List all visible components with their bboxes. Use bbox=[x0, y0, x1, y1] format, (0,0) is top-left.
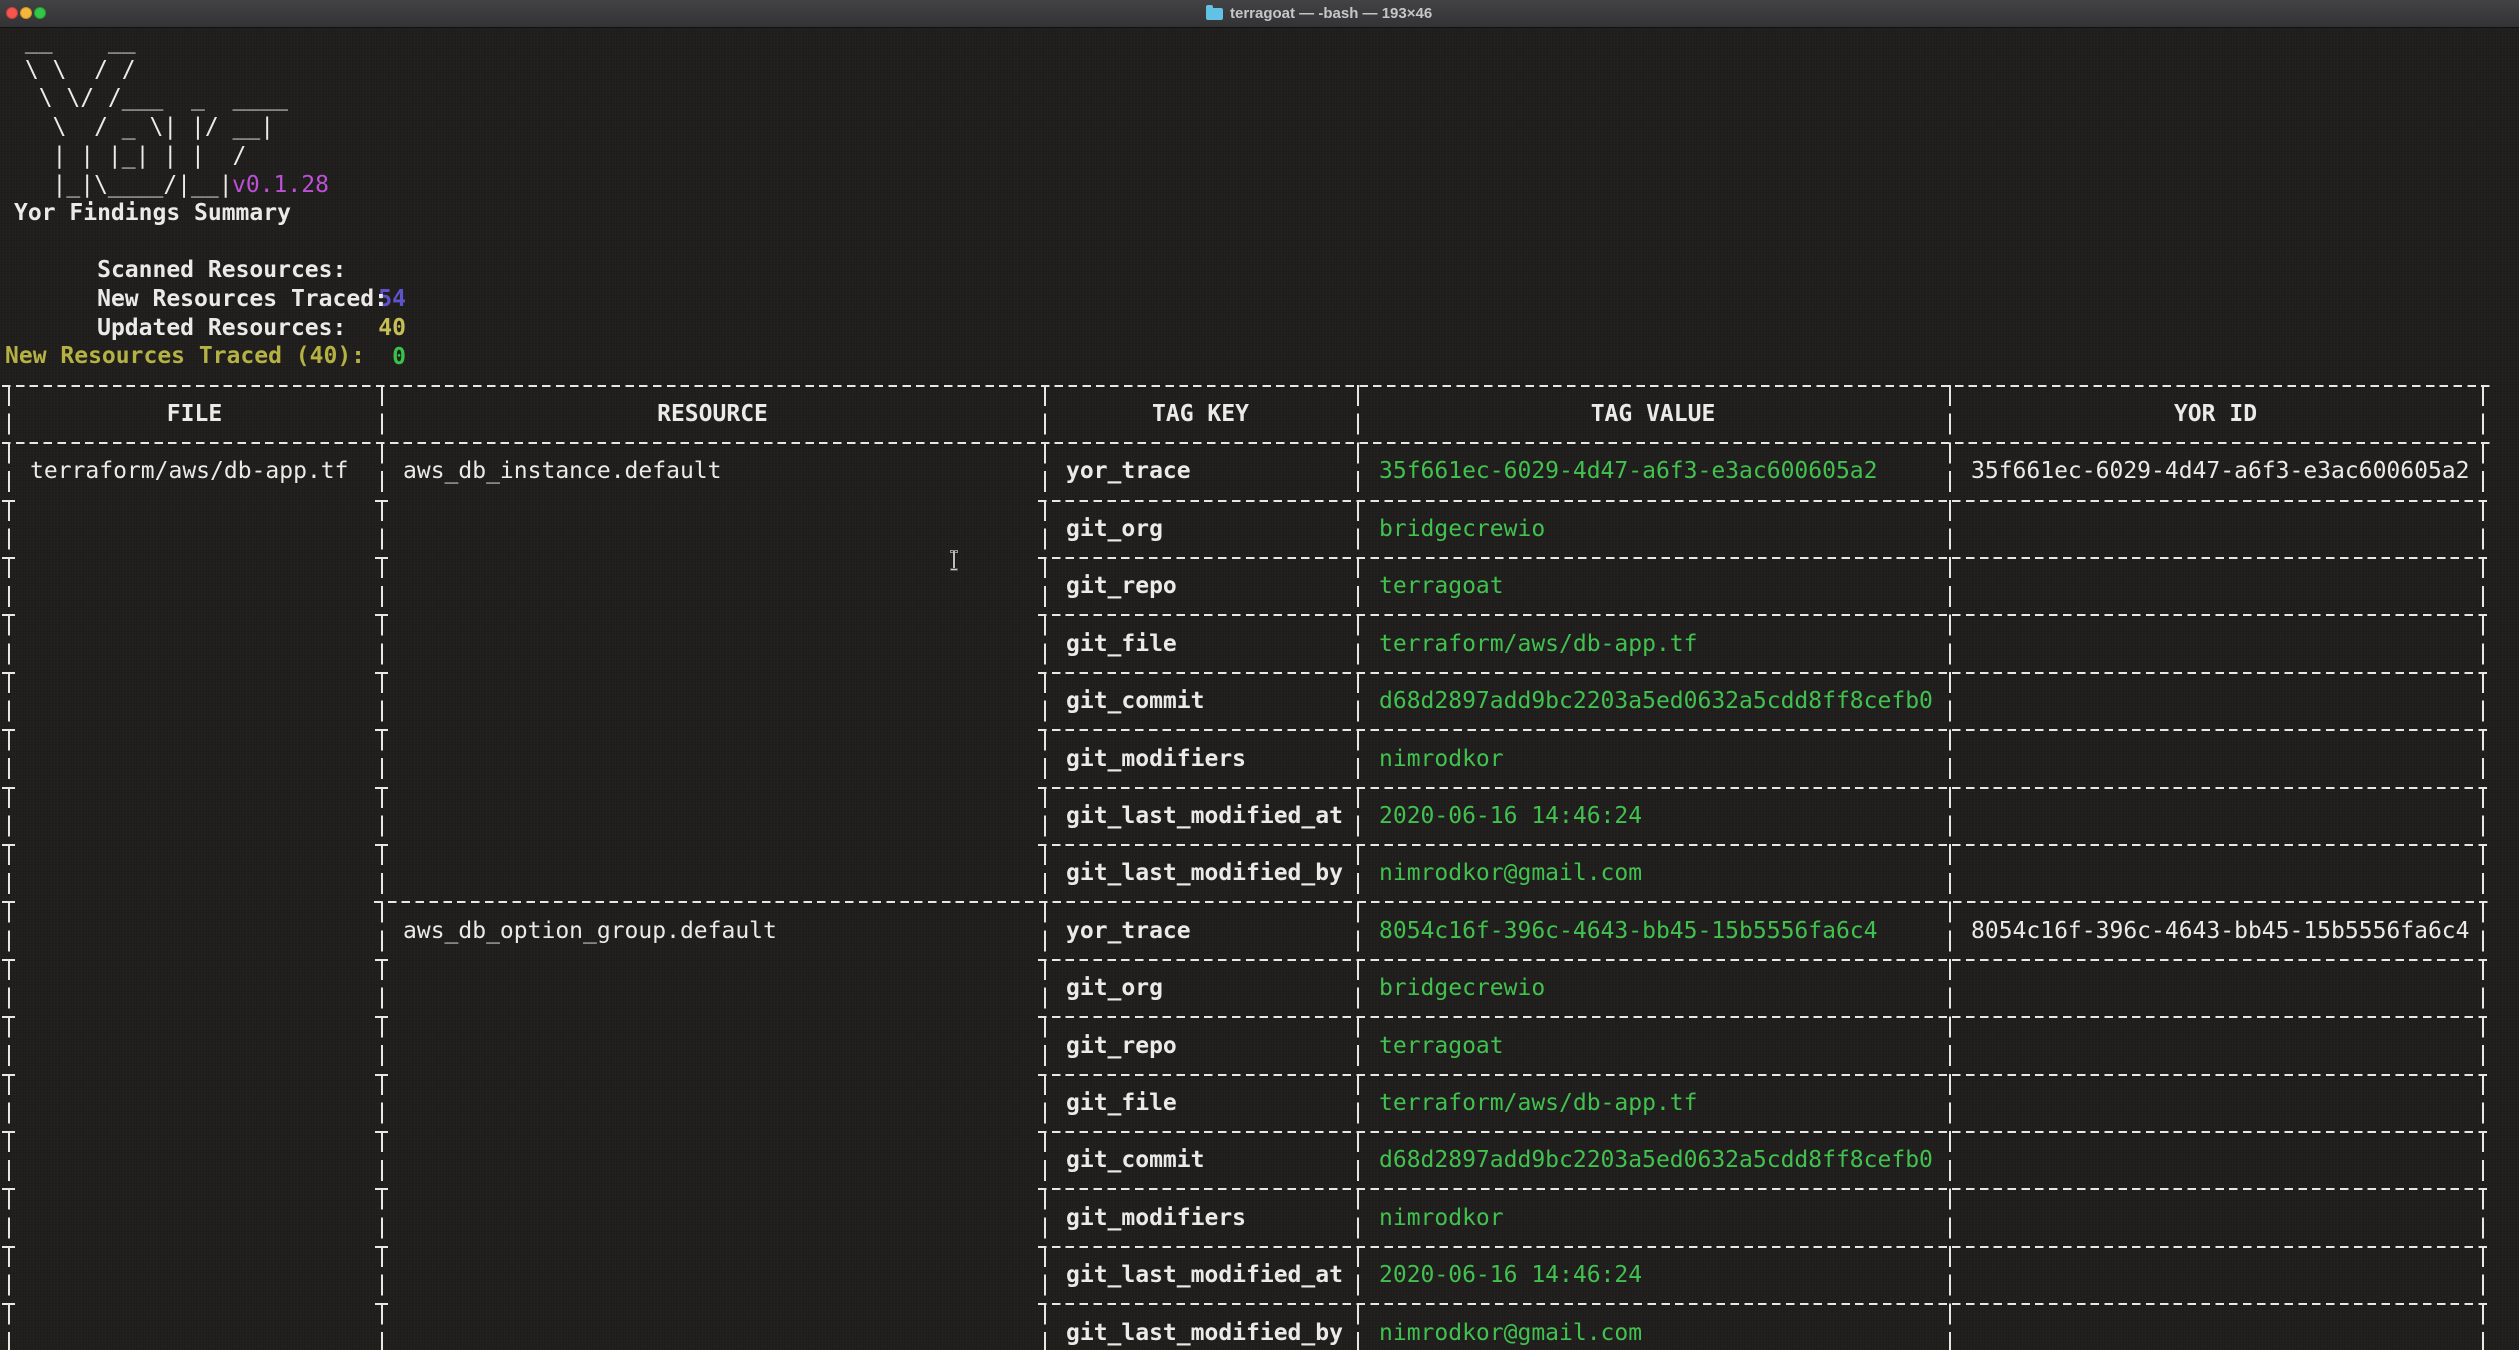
cell-tag-value: terraform/aws/db-app.tf bbox=[1379, 630, 1698, 659]
cell-tag-key: git_last_modified_by bbox=[1066, 859, 1343, 888]
cell-tag-key: git_modifiers bbox=[1066, 1204, 1246, 1233]
row-separator bbox=[1038, 959, 2488, 961]
row-separator bbox=[1038, 1074, 2488, 1076]
window-title: terragoat — -bash — 193×46 bbox=[1230, 0, 1432, 27]
row-separator bbox=[1038, 614, 2488, 616]
cell-tag-key: git_org bbox=[1066, 515, 1163, 544]
table-row: git_repo terragoat bbox=[0, 1032, 2519, 1061]
cell-tag-value: nimrodkor bbox=[1379, 745, 1504, 774]
table-row: git_last_modified_at 2020-06-16 14:46:24 bbox=[0, 802, 2519, 831]
findings-summary-title: Yor Findings Summary bbox=[14, 199, 291, 228]
column-header-file: FILE bbox=[8, 400, 381, 429]
cell-tag-value: bridgecrewio bbox=[1379, 974, 1545, 1003]
row-separator bbox=[1038, 1303, 2488, 1305]
table-row: git_modifiers nimrodkor bbox=[0, 1204, 2519, 1233]
row-separator bbox=[1038, 1016, 2488, 1018]
table-row: git_repo terragoat bbox=[0, 572, 2519, 601]
column-header-yor-id: YOR ID bbox=[1949, 400, 2482, 429]
cell-tag-key: yor_trace bbox=[1066, 917, 1191, 946]
cell-tag-value: 2020-06-16 14:46:24 bbox=[1379, 1261, 1642, 1290]
cell-tag-value: 8054c16f-396c-4643-bb45-15b5556fa6c4 bbox=[1379, 917, 1878, 946]
cell-tag-key: git_last_modified_by bbox=[1066, 1319, 1343, 1348]
table-row: aws_db_option_group.default yor_trace 80… bbox=[0, 917, 2519, 946]
cell-tag-value: terraform/aws/db-app.tf bbox=[1379, 1089, 1698, 1118]
table-row: git_last_modified_by nimrodkor@gmail.com bbox=[0, 859, 2519, 888]
cell-file: terraform/aws/db-app.tf bbox=[30, 457, 349, 486]
minimize-button[interactable] bbox=[20, 7, 32, 19]
cell-tag-key: git_last_modified_at bbox=[1066, 1261, 1343, 1290]
cell-tag-value: nimrodkor@gmail.com bbox=[1379, 1319, 1642, 1348]
table-row: git_last_modified_by nimrodkor@gmail.com bbox=[0, 1319, 2519, 1348]
window-titlebar[interactable]: terragoat — -bash — 193×46 bbox=[0, 0, 2519, 28]
row-separator bbox=[1038, 1246, 2488, 1248]
yor-version-label: v0.1.28 bbox=[232, 171, 329, 200]
row-separator bbox=[1038, 787, 2488, 789]
table-row: git_commit d68d2897add9bc2203a5ed0632a5c… bbox=[0, 1146, 2519, 1175]
cell-tag-key: git_org bbox=[1066, 974, 1163, 1003]
cell-tag-key: git_commit bbox=[1066, 1146, 1204, 1175]
cell-tag-value: 2020-06-16 14:46:24 bbox=[1379, 802, 1642, 831]
table-row: terraform/aws/db-app.tf aws_db_instance.… bbox=[0, 457, 2519, 486]
close-button[interactable] bbox=[6, 7, 18, 19]
cell-tag-value: d68d2897add9bc2203a5ed0632a5cdd8ff8cefb0 bbox=[1379, 687, 1933, 716]
cell-tag-value: d68d2897add9bc2203a5ed0632a5cdd8ff8cefb0 bbox=[1379, 1146, 1933, 1175]
row-separator bbox=[1038, 844, 2488, 846]
section-heading: New Resources Traced (40): bbox=[5, 342, 365, 371]
table-row: git_org bridgecrewio bbox=[0, 974, 2519, 1003]
cell-yor-id: 8054c16f-396c-4643-bb45-15b5556fa6c4 bbox=[1971, 917, 2470, 946]
row-separator bbox=[1038, 500, 2488, 502]
folder-icon bbox=[1206, 8, 1223, 20]
column-header-resource: RESOURCE bbox=[381, 400, 1044, 429]
cell-tag-key: git_file bbox=[1066, 1089, 1177, 1118]
resource-separator bbox=[374, 901, 2488, 903]
table-row: git_modifiers nimrodkor bbox=[0, 745, 2519, 774]
column-header-tag-key: TAG KEY bbox=[1044, 400, 1357, 429]
cell-tag-value: nimrodkor bbox=[1379, 1204, 1504, 1233]
table-header-row: FILE RESOURCE TAG KEY TAG VALUE YOR ID bbox=[0, 400, 2519, 429]
cell-tag-key: git_last_modified_at bbox=[1066, 802, 1343, 831]
zoom-button[interactable] bbox=[34, 7, 46, 19]
table-row: git_file terraform/aws/db-app.tf bbox=[0, 1089, 2519, 1118]
row-separator bbox=[1038, 1131, 2488, 1133]
table-row: git_last_modified_at 2020-06-16 14:46:24 bbox=[0, 1261, 2519, 1290]
row-separator bbox=[1038, 1188, 2488, 1190]
cell-tag-value: nimrodkor@gmail.com bbox=[1379, 859, 1642, 888]
summary-row: Scanned Resources: 54 bbox=[14, 228, 346, 257]
summary-label: Updated Resources: bbox=[97, 315, 346, 341]
table-row: git_file terraform/aws/db-app.tf bbox=[0, 630, 2519, 659]
table-header-separator bbox=[2, 442, 2490, 444]
cell-yor-id: 35f661ec-6029-4d47-a6f3-e3ac600605a2 bbox=[1971, 457, 2470, 486]
row-separator bbox=[1038, 729, 2488, 731]
row-separator bbox=[1038, 672, 2488, 674]
table-row: git_org bridgecrewio bbox=[0, 515, 2519, 544]
cell-resource: aws_db_option_group.default bbox=[403, 917, 777, 946]
cell-tag-key: git_repo bbox=[1066, 1032, 1177, 1061]
row-separator bbox=[1038, 557, 2488, 559]
column-header-tag-value: TAG VALUE bbox=[1357, 400, 1949, 429]
table-row: git_commit d68d2897add9bc2203a5ed0632a5c… bbox=[0, 687, 2519, 716]
cell-tag-key: git_modifiers bbox=[1066, 745, 1246, 774]
cell-tag-value: terragoat bbox=[1379, 1032, 1504, 1061]
cell-tag-key: git_repo bbox=[1066, 572, 1177, 601]
terminal-window: terragoat — -bash — 193×46 __ __ \ \ / /… bbox=[0, 0, 2519, 1350]
cell-tag-key: yor_trace bbox=[1066, 457, 1191, 486]
cell-tag-value: 35f661ec-6029-4d47-a6f3-e3ac600605a2 bbox=[1379, 457, 1878, 486]
summary-row: New Resources Traced: 40 bbox=[14, 256, 388, 285]
cell-tag-value: terragoat bbox=[1379, 572, 1504, 601]
summary-row: Updated Resources: 0 bbox=[14, 285, 346, 314]
cell-resource: aws_db_instance.default bbox=[403, 457, 722, 486]
cell-tag-key: git_commit bbox=[1066, 687, 1204, 716]
cell-tag-key: git_file bbox=[1066, 630, 1177, 659]
i-beam-cursor-icon bbox=[948, 550, 960, 571]
table-top-border bbox=[2, 385, 2490, 387]
cell-tag-value: bridgecrewio bbox=[1379, 515, 1545, 544]
